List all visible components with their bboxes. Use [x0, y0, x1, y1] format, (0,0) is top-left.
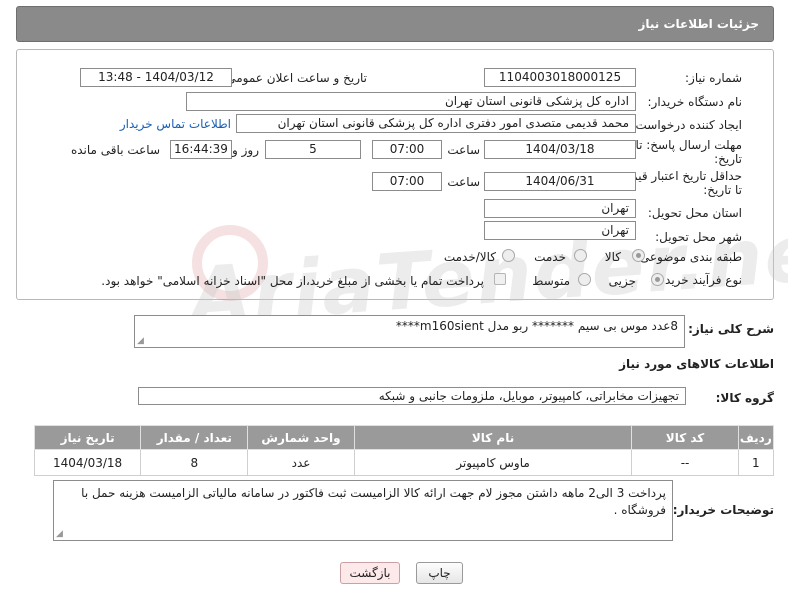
process-option-medium: متوسط: [532, 274, 570, 288]
goods-table: ردیف کد کالا نام کالا واحد شمارش تعداد /…: [33, 425, 775, 476]
validity-label-date: تا تاریخ:: [703, 183, 742, 197]
summary-text: 8عدد موس بی سیم ******* ربو مدل m160sien…: [395, 319, 678, 333]
cell-unit: عدد: [247, 449, 355, 476]
deadline-date-field: 1404/03/18: [484, 140, 636, 159]
cell-name: ماوس کامپیوتر: [353, 449, 633, 476]
buyer-org-field: اداره کل پزشکی قانونی استان تهران: [186, 92, 636, 111]
cell-date: 1404/03/18: [33, 449, 142, 476]
category-option-goods-service: کالا/خدمت: [443, 250, 496, 264]
cell-code: --: [631, 449, 739, 476]
category-radio-goods[interactable]: [632, 249, 645, 262]
treasury-payment-note: پرداخت تمام یا بخشی از مبلغ خرید،از محل …: [101, 274, 484, 288]
col-row: ردیف: [737, 425, 775, 450]
process-label: نوع فرآیند خرید :: [657, 273, 742, 287]
goods-group-label: گروه کالا:: [715, 391, 774, 405]
deadline-label: مهلت ارسال پاسخ: تا: [635, 138, 742, 152]
remaining-time-field: 16:44:39: [170, 140, 232, 159]
validity-date-field: 1404/06/31: [484, 172, 636, 191]
deadline-time-field: 07:00: [372, 140, 442, 159]
creator-label: ایجاد کننده درخواست:: [631, 118, 742, 132]
col-date: تاریخ نیاز: [33, 425, 142, 450]
goods-section-title: اطلاعات کالاهای مورد نیاز: [619, 357, 774, 371]
resize-handle-icon[interactable]: ◢: [137, 336, 144, 346]
buyer-contact-link[interactable]: اطلاعات تماس خریدار: [120, 117, 231, 131]
watermark-logo: [192, 225, 268, 301]
buyer-notes-text: پرداخت 3 الی2 ماهه داشتن مجوز لام جهت ار…: [81, 486, 666, 517]
buyer-org-label: نام دستگاه خریدار:: [647, 95, 743, 109]
need-number-label: شماره نیاز:: [685, 71, 742, 85]
validity-time-field: 07:00: [372, 172, 442, 191]
page-title: جزئیات اطلاعات نیاز: [16, 6, 774, 42]
goods-table-header: ردیف کد کالا نام کالا واحد شمارش تعداد /…: [33, 425, 775, 450]
category-option-service: خدمت: [534, 250, 566, 264]
creator-field: محمد قدیمی متصدی امور دفتری اداره کل پزش…: [236, 114, 636, 133]
remaining-time-label: ساعت باقی مانده: [70, 143, 160, 157]
days-label: روز و: [232, 143, 259, 157]
treasury-checkbox[interactable]: [494, 273, 506, 285]
summary-label: شرح کلی نیاز:: [688, 322, 774, 336]
announce-datetime-field: 1404/03/12 - 13:48: [80, 68, 232, 87]
process-radio-medium[interactable]: [578, 273, 591, 286]
category-label: طبقه بندی موضوعی:: [635, 250, 742, 264]
buyer-notes-textarea[interactable]: پرداخت 3 الی2 ماهه داشتن مجوز لام جهت ار…: [53, 480, 673, 541]
process-radio-minor[interactable]: [651, 273, 664, 286]
validity-time-label: ساعت: [447, 175, 480, 189]
col-code: کد کالا: [631, 425, 739, 450]
col-unit: واحد شمارش: [247, 425, 355, 450]
buyer-notes-label: توضیحات خریدار:: [672, 503, 774, 517]
summary-textarea[interactable]: 8عدد موس بی سیم ******* ربو مدل m160sien…: [134, 315, 685, 348]
announce-datetime-label: تاریخ و ساعت اعلان عمومی:: [222, 71, 367, 85]
col-name: نام کالا: [353, 425, 633, 450]
process-option-minor: جزیی: [608, 274, 636, 288]
days-remaining-field: 5: [265, 140, 361, 159]
category-radio-service[interactable]: [574, 249, 587, 262]
city-field: تهران: [484, 221, 636, 240]
back-button[interactable]: بازگشت: [340, 562, 400, 584]
col-qty: تعداد / مقدار: [140, 425, 249, 450]
resize-handle-icon[interactable]: ◢: [56, 529, 63, 539]
goods-group-field: تجهیزات مخابراتی، کامپیوتر، موبایل، ملزو…: [138, 387, 686, 405]
cell-qty: 8: [140, 449, 249, 476]
category-radio-goods-service[interactable]: [502, 249, 515, 262]
deadline-label-date: تاریخ:: [714, 152, 742, 166]
print-button[interactable]: چاپ: [416, 562, 463, 584]
category-option-goods: کالا: [604, 250, 621, 264]
deadline-time-label: ساعت: [447, 143, 480, 157]
province-label: استان محل تحویل:: [647, 206, 742, 220]
province-field: تهران: [484, 199, 636, 218]
city-label: شهر محل تحویل:: [655, 230, 742, 244]
cell-row: 1: [737, 449, 775, 476]
table-row: 1 -- ماوس کامپیوتر عدد 8 1404/03/18: [33, 449, 775, 476]
need-number-field: 1104003018000125: [484, 68, 636, 87]
